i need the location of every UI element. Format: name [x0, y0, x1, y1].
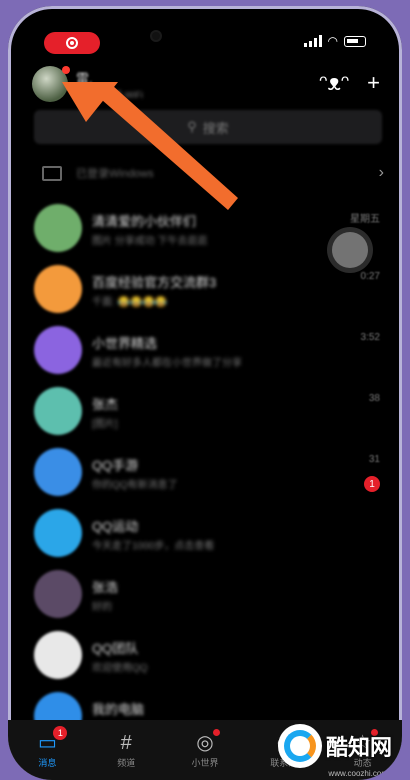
signal-icon [303, 35, 322, 47]
chat-name: QQ手游 [92, 458, 139, 473]
chat-name: QQ运动 [92, 519, 139, 534]
chat-name: 清清爱的小伙伴们 [92, 214, 197, 229]
chat-avatar [34, 387, 82, 435]
assistive-touch-button[interactable] [332, 232, 368, 268]
chat-row[interactable]: QQ运动今天走了1000步，点击查看 [8, 503, 402, 564]
chat-row[interactable]: 张浩 好的 [8, 564, 402, 625]
search-bar[interactable]: ⚲ 搜索 [34, 110, 382, 144]
chat-time: 3:52 [360, 332, 380, 343]
tab-dot [212, 729, 220, 736]
chevron-right-icon: › [378, 164, 384, 181]
chat-name: 我的电脑 [92, 702, 145, 717]
hashtag-icon: # [120, 731, 132, 754]
header: 雷. iPhone在线-WiFi ᵔᴥᵔ + [8, 64, 402, 110]
chat-name: 张杰 [92, 397, 119, 412]
chat-name: 张浩 [92, 580, 119, 595]
chat-time: 星期五 [350, 214, 380, 225]
screen-record-indicator[interactable] [44, 32, 100, 54]
chat-name: QQ团队 [92, 641, 139, 656]
wifi-icon: ◠ [327, 34, 338, 48]
avatar[interactable] [32, 66, 70, 102]
tab-label: 频道 [117, 757, 136, 768]
status-bar: ◠ [8, 6, 402, 56]
tab-label: 小世界 [191, 757, 219, 768]
tab-badge: 1 [53, 726, 68, 740]
tab-2[interactable]: ◎ 小世界 [166, 720, 245, 780]
windows-login-notice[interactable]: 已登录Windows › [34, 156, 384, 190]
chat-name: 百度经验官方交流群3 [92, 275, 217, 290]
chat-time: 38 [368, 393, 380, 404]
chat-row[interactable]: QQ手游你的QQ有新消息了 31 1 [8, 442, 402, 503]
chat-avatar [34, 509, 82, 557]
battery-icon [344, 35, 366, 47]
chat-preview: 你的QQ有新消息了 [92, 480, 178, 491]
watermark-text: 酷知网 [325, 735, 392, 760]
chat-avatar [34, 265, 82, 313]
chat-avatar [34, 448, 82, 496]
chat-preview: [图片] [92, 419, 118, 430]
unread-badge: 1 [364, 476, 380, 492]
search-icon: ⚲ [187, 119, 197, 134]
watermark-url: www.coozhi.com [328, 769, 388, 778]
chat-time: 31 [368, 454, 380, 465]
avatar-badge [62, 66, 70, 74]
phone-screen: ◠ 雷. iPhone在线-WiFi ᵔᴥᵔ + ⚲ 搜索 已登录Windows… [8, 6, 402, 780]
watermark-logo-icon [277, 724, 322, 768]
chat-preview: 千面: 😂😂😂😂 [92, 297, 168, 308]
plus-icon[interactable]: + [367, 70, 380, 96]
front-camera [152, 32, 160, 40]
chat-avatar [34, 326, 82, 374]
chat-row[interactable]: QQ团队欢迎使用QQ [8, 625, 402, 686]
watermark: 酷知网 www.coozhi.com [277, 724, 392, 778]
chat-time: 0:27 [360, 271, 380, 282]
qq-mascot-icon[interactable]: ᵔᴥᵔ [319, 70, 349, 96]
chat-preview: 欢迎使用QQ [92, 663, 148, 674]
chat-avatar [34, 631, 82, 679]
tab-label: 消息 [38, 757, 57, 768]
screen-record-icon [66, 37, 78, 49]
chat-list: 清清爱的小伙伴们图片 分享成功 下午去逛逛 星期五百度经验官方交流群3 千面: 😂😂… [8, 198, 402, 747]
chat-avatar [34, 204, 82, 252]
chat-row[interactable]: 小世界精选最近有好多人都在小世界做了分享 3:52 [8, 320, 402, 381]
tab-1[interactable]: # 频道 [87, 720, 166, 780]
windows-notice-text: 已登录Windows [76, 168, 154, 180]
chat-name: 小世界精选 [92, 336, 158, 351]
world-icon: ◎ [196, 731, 214, 754]
computer-icon [42, 165, 62, 181]
tab-0[interactable]: ▭ 消息 1 [8, 720, 87, 780]
chat-row[interactable]: 张杰 [图片] 38 [8, 381, 402, 442]
search-placeholder: 搜索 [202, 120, 229, 136]
chat-avatar [34, 570, 82, 618]
online-status[interactable]: iPhone在线-WiFi [76, 88, 143, 101]
chat-preview: 好的 [92, 602, 112, 613]
chat-preview: 最近有好多人都在小世界做了分享 [92, 358, 242, 369]
chat-preview: 图片 分享成功 下午去逛逛 [92, 236, 208, 247]
chat-preview: 今天走了1000步，点击查看 [92, 541, 215, 552]
chat-row[interactable]: 百度经验官方交流群3 千面: 😂😂😂😂 0:27 [8, 259, 402, 320]
nickname[interactable]: 雷. [76, 68, 93, 87]
